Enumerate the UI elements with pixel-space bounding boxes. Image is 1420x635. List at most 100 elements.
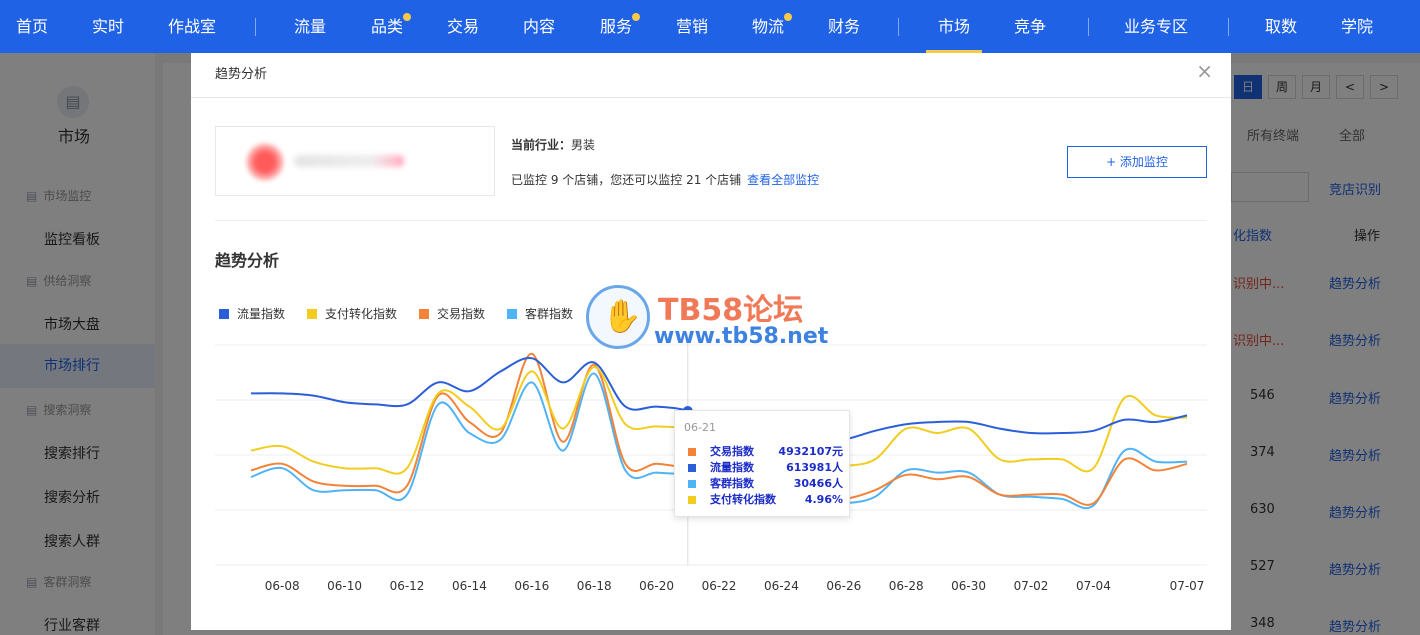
tooltip-date: 06-21 bbox=[684, 421, 716, 434]
nav-item-8[interactable]: 营销 bbox=[676, 0, 708, 53]
watermark: ✋ TB58论坛 www.tb58.net bbox=[586, 283, 846, 358]
tooltip-series-name: 客群指数 bbox=[710, 477, 754, 490]
nav-item-1[interactable]: 实时 bbox=[92, 0, 124, 53]
tooltip-row: 客群指数 30466人 bbox=[688, 477, 843, 491]
x-tick-label: 06-20 bbox=[639, 579, 674, 593]
monitor-status: 已监控 9 个店铺，您还可以监控 21 个店铺 查看全部监控 bbox=[511, 171, 819, 188]
nav-item-label: 财务 bbox=[828, 17, 861, 36]
nav-item-label: 取数 bbox=[1265, 17, 1298, 36]
industry-value: 男装 bbox=[571, 138, 596, 152]
tooltip-swatch bbox=[688, 464, 696, 472]
nav-item-7[interactable]: 服务 bbox=[600, 0, 641, 53]
x-tick-label: 07-04 bbox=[1076, 579, 1111, 593]
add-monitor-button[interactable]: + 添加监控 bbox=[1067, 146, 1207, 178]
nav-separator bbox=[255, 18, 256, 36]
nav-item-label: 业务专区 bbox=[1124, 17, 1189, 36]
tooltip-series-value: 4.96% bbox=[804, 493, 843, 506]
nav-item-label: 交易 bbox=[447, 17, 480, 36]
nav-item-14[interactable]: 取数 bbox=[1265, 0, 1297, 53]
tooltip-series-value: 613981人 bbox=[786, 461, 843, 474]
tooltip-row: 交易指数 4932107元 bbox=[688, 445, 843, 459]
watermark-url: www.tb58.net bbox=[654, 324, 829, 349]
nav-item-5[interactable]: 交易 bbox=[447, 0, 479, 53]
divider bbox=[215, 220, 1207, 221]
legend-swatch bbox=[219, 308, 229, 319]
tooltip-series-name: 流量指数 bbox=[710, 461, 754, 474]
nav-item-11[interactable]: 市场 bbox=[925, 0, 983, 53]
x-tick-label: 06-24 bbox=[764, 579, 799, 593]
view-all-monitors-link[interactable]: 查看全部监控 bbox=[747, 173, 819, 187]
nav-item-label: 首页 bbox=[16, 17, 49, 36]
legend-item[interactable]: 流量指数 bbox=[219, 305, 285, 322]
tooltip-series-value: 30466人 bbox=[793, 477, 843, 490]
tooltip-swatch bbox=[688, 496, 696, 504]
legend-swatch bbox=[507, 308, 518, 319]
x-tick-label: 06-26 bbox=[826, 579, 861, 593]
tooltip-swatch bbox=[688, 448, 696, 456]
current-industry: 当前行业：男装 bbox=[511, 136, 595, 153]
nav-item-label: 物流 bbox=[752, 17, 785, 36]
tooltip-row: 支付转化指数 4.96% bbox=[688, 493, 843, 507]
nav-item-10[interactable]: 财务 bbox=[828, 0, 860, 53]
chart-legend: 流量指数 支付转化指数 交易指数 客群指数 bbox=[219, 305, 573, 322]
x-tick-label: 07-07 bbox=[1170, 579, 1205, 593]
legend-label: 交易指数 bbox=[437, 307, 486, 321]
nav-item-9[interactable]: 物流 bbox=[752, 0, 793, 53]
close-icon[interactable]: × bbox=[1196, 59, 1213, 83]
legend-swatch bbox=[307, 308, 318, 319]
tooltip-series-name: 支付转化指数 bbox=[710, 493, 776, 506]
nav-item-15[interactable]: 学院 bbox=[1341, 0, 1373, 53]
x-tick-label: 06-16 bbox=[514, 579, 549, 593]
industry-label: 当前行业： bbox=[511, 138, 572, 152]
chart-tooltip: 06-21 交易指数 4932107元流量指数 613981人客群指数 30466人支… bbox=[674, 410, 850, 517]
nav-item-label: 实时 bbox=[92, 17, 125, 36]
nav-separator bbox=[898, 18, 899, 36]
x-tick-label: 06-30 bbox=[951, 579, 986, 593]
modal-header: 趋势分析 × bbox=[191, 53, 1231, 98]
monitor-count-text: 已监控 9 个店铺，您还可以监控 21 个店铺 bbox=[511, 173, 742, 187]
notification-dot bbox=[403, 13, 412, 21]
x-tick-label: 06-14 bbox=[452, 579, 487, 593]
nav-item-13[interactable]: 业务专区 bbox=[1124, 0, 1188, 53]
shop-card bbox=[215, 126, 495, 196]
nav-item-label: 服务 bbox=[600, 17, 633, 36]
notification-dot bbox=[632, 13, 641, 21]
section-title: 趋势分析 bbox=[215, 251, 280, 270]
legend-item[interactable]: 交易指数 bbox=[419, 305, 485, 322]
nav-item-label: 营销 bbox=[676, 17, 709, 36]
x-tick-label: 06-08 bbox=[265, 579, 300, 593]
modal-title: 趋势分析 bbox=[215, 67, 268, 82]
x-tick-label: 06-12 bbox=[390, 579, 425, 593]
nav-item-label: 竞争 bbox=[1014, 17, 1047, 36]
tooltip-series-name: 交易指数 bbox=[710, 445, 754, 458]
nav-item-label: 学院 bbox=[1341, 17, 1374, 36]
nav-item-label: 品类 bbox=[371, 17, 404, 36]
nav-item-12[interactable]: 竞争 bbox=[1014, 0, 1046, 53]
trend-analysis-modal: 趋势分析 × 当前行业：男装 已监控 9 个店铺，您还可以监控 21 个店铺 查看… bbox=[191, 53, 1231, 630]
nav-item-3[interactable]: 流量 bbox=[294, 0, 326, 53]
x-tick-label: 06-18 bbox=[577, 579, 612, 593]
x-tick-label: 07-02 bbox=[1014, 579, 1049, 593]
nav-separator bbox=[1228, 18, 1229, 36]
nav-item-2[interactable]: 作战室 bbox=[168, 0, 216, 53]
legend-swatch bbox=[419, 308, 430, 319]
legend-label: 客群指数 bbox=[525, 307, 574, 321]
x-tick-label: 06-28 bbox=[889, 579, 924, 593]
legend-label: 流量指数 bbox=[237, 307, 286, 321]
watermark-title: TB58论坛 bbox=[658, 293, 804, 328]
nav-item-4[interactable]: 品类 bbox=[371, 0, 412, 53]
nav-item-6[interactable]: 内容 bbox=[523, 0, 555, 53]
x-tick-label: 06-10 bbox=[327, 579, 362, 593]
legend-label: 支付转化指数 bbox=[325, 307, 398, 321]
hand-icon: ✋ bbox=[602, 297, 642, 335]
shop-logo bbox=[246, 143, 284, 181]
nav-item-label: 内容 bbox=[523, 17, 556, 36]
nav-item-label: 作战室 bbox=[168, 17, 217, 36]
notification-dot bbox=[784, 13, 793, 21]
legend-item[interactable]: 客群指数 bbox=[507, 305, 573, 322]
nav-item-0[interactable]: 首页 bbox=[16, 0, 48, 53]
legend-item[interactable]: 支付转化指数 bbox=[307, 305, 397, 322]
tooltip-row: 流量指数 613981人 bbox=[688, 461, 843, 475]
top-nav: 首页 实时 作战室 流量 品类 交易 内容 服务 营销 物流 财务 市场 竞争 业务专区 取数 学院 bbox=[0, 0, 1420, 53]
nav-item-label: 流量 bbox=[294, 17, 327, 36]
